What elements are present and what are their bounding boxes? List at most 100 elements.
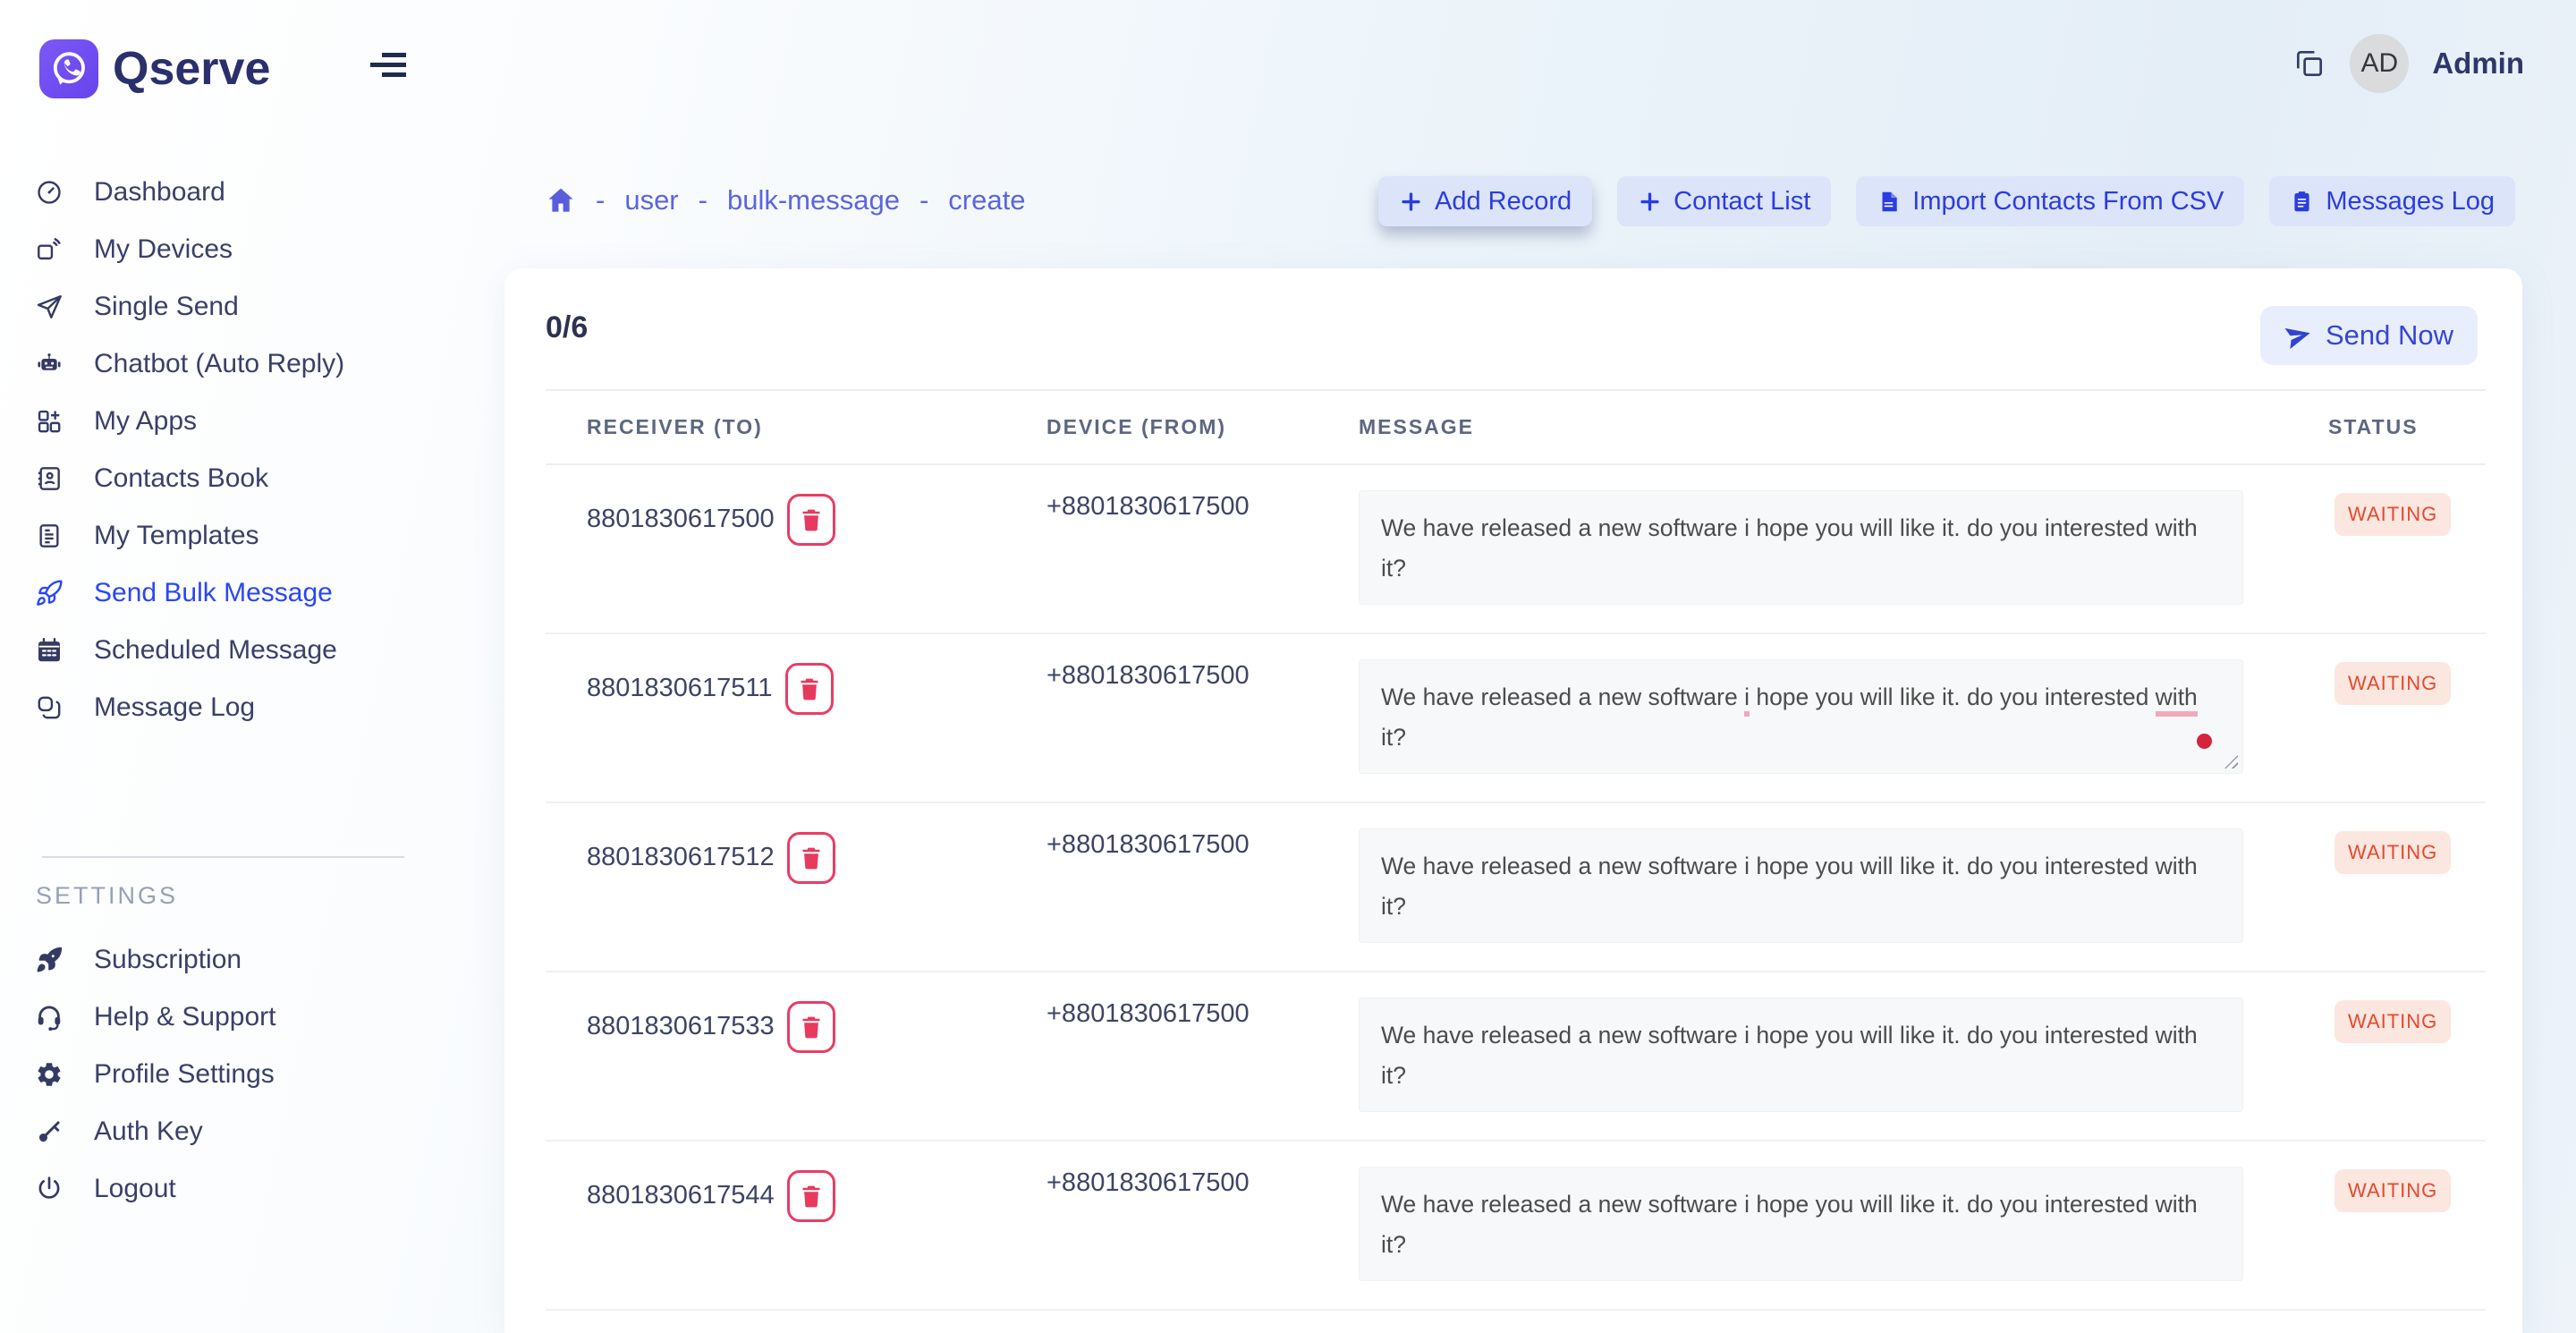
whatsapp-logo-icon [47, 47, 90, 90]
import-contacts-from-csv-button[interactable]: Import Contacts From CSV [1856, 176, 2244, 226]
receiver-number: 8801830617544 [587, 1174, 775, 1217]
add-record-button[interactable]: Add Record [1378, 176, 1592, 226]
sidebar-item-message-log[interactable]: Message Log [35, 679, 428, 736]
devices-icon [35, 235, 64, 264]
sidebar-item-auth-key[interactable]: Auth Key [35, 1103, 428, 1160]
sidebar-item-scheduled-message[interactable]: Scheduled Message [35, 622, 428, 679]
sidebar-item-help-support[interactable]: Help & Support [35, 989, 428, 1046]
breadcrumb: -user-bulk-message-create [546, 175, 1025, 225]
table-row: 8801830617533 +8801830617500We have relea… [546, 972, 2486, 1142]
sidebar-item-label: Auth Key [94, 1116, 203, 1147]
sidebar-item-label: Scheduled Message [94, 635, 337, 666]
sidebar-item-send-bulk-message[interactable]: Send Bulk Message [35, 565, 428, 622]
home-icon[interactable] [546, 185, 576, 216]
delete-record-button[interactable] [787, 494, 835, 546]
sidebar-item-label: Message Log [94, 692, 255, 723]
sidebar-item-subscription[interactable]: Subscription [35, 931, 428, 989]
status-badge: WAITING [2334, 662, 2451, 705]
message-textarea[interactable]: We have released a new software i hope y… [1359, 998, 2243, 1112]
textarea-resize-handle-icon[interactable] [2224, 755, 2238, 768]
sidebar-item-profile-settings[interactable]: Profile Settings [35, 1046, 428, 1103]
column-header-receiver-to: RECEIVER (TO) [546, 415, 1046, 439]
delete-record-button[interactable] [787, 1001, 835, 1053]
message-cell: We have released a new software i hope y… [1359, 803, 2328, 971]
receiver-number: 8801830617512 [587, 836, 775, 879]
receiver-cell: 8801830617500 [546, 465, 1046, 633]
breadcrumb-separator: - [919, 184, 928, 217]
delete-record-button[interactable] [787, 832, 835, 884]
delete-record-button[interactable] [785, 663, 834, 715]
paper-plane-icon [35, 293, 64, 321]
column-header-message: MESSAGE [1359, 415, 2328, 439]
message-textarea[interactable]: We have released a new software i hope y… [1359, 828, 2243, 943]
sidebar-item-contacts-book[interactable]: Contacts Book [35, 450, 428, 507]
rocket-icon [35, 579, 64, 607]
sidebar-toggle-menu-icon[interactable] [369, 52, 406, 81]
device-number: +8801830617500 [1046, 1142, 1359, 1309]
delete-record-button[interactable] [787, 1170, 835, 1222]
receiver-cell: 8801830617512 [546, 803, 1046, 971]
message-textarea[interactable]: We have released a new software i hope y… [1359, 659, 2243, 774]
status-badge: WAITING [2334, 493, 2451, 536]
send-now-button[interactable]: Send Now [2260, 306, 2478, 365]
spellcheck-underline: with [2156, 683, 2198, 717]
message-cell: We have released a new software i hope y… [1359, 1142, 2328, 1309]
status-cell: WAITING [2328, 465, 2486, 633]
sidebar-item-dashboard[interactable]: Dashboard [35, 164, 428, 221]
sidebar-item-my-devices[interactable]: My Devices [35, 221, 428, 278]
messages-log-button[interactable]: Messages Log [2269, 176, 2515, 226]
button-label: Messages Log [2326, 187, 2495, 217]
brand-logo [39, 39, 98, 98]
receiver-number: 8801830617511 [587, 666, 773, 709]
table-row: 8801830617544 +8801830617500We have relea… [546, 1142, 2486, 1311]
sidebar-divider [42, 856, 404, 858]
copy-icon[interactable] [2292, 47, 2326, 81]
sidebar-item-my-apps[interactable]: My Apps [35, 393, 428, 450]
trash-icon [796, 675, 823, 702]
sidebar-item-label: Dashboard [94, 177, 225, 208]
apps-plus-icon [35, 407, 64, 436]
column-header-device-from: DEVICE (FROM) [1046, 415, 1359, 439]
sidebar-item-label: Help & Support [94, 1002, 275, 1032]
status-badge: WAITING [2334, 1000, 2451, 1043]
clipboard-icon [2290, 190, 2314, 214]
header-user-area: AD Admin [2292, 34, 2524, 93]
sidebar-item-label: Logout [94, 1174, 176, 1204]
contact-list-button[interactable]: Contact List [1617, 176, 1831, 226]
receiver-cell: 8801830617544 [546, 1142, 1046, 1309]
sidebar-item-label: My Templates [94, 521, 259, 551]
trash-icon [798, 845, 825, 871]
table-row: 8801830617512 +8801830617500We have relea… [546, 803, 2486, 972]
sidebar-item-logout[interactable]: Logout [35, 1160, 428, 1218]
message-cell: We have released a new software i hope y… [1359, 972, 2328, 1140]
breadcrumb-item-user[interactable]: user [624, 184, 678, 217]
message-textarea[interactable]: We have released a new software i hope y… [1359, 490, 2243, 605]
panel-header: 0/6 Send Now [504, 268, 2522, 389]
device-number: +8801830617500 [1046, 972, 1359, 1140]
settings-section-label: SETTINGS [36, 882, 178, 910]
sidebar-settings-nav: Subscription Help & Support Profile Settin… [35, 931, 428, 1218]
sidebar-item-label: Single Send [94, 292, 239, 322]
sidebar-item-label: Profile Settings [94, 1059, 275, 1090]
status-badge: WAITING [2334, 831, 2451, 874]
csv-file-icon [1877, 190, 1901, 214]
device-number: +8801830617500 [1046, 803, 1359, 971]
spellcheck-underline: i [1744, 683, 1750, 717]
message-textarea[interactable]: We have released a new software i hope y… [1359, 1167, 2243, 1281]
send-now-label: Send Now [2326, 319, 2453, 352]
sidebar-item-single-send[interactable]: Single Send [35, 278, 428, 335]
app-title: Qserve [113, 42, 270, 96]
messages-table: RECEIVER (TO)DEVICE (FROM)MESSAGESTATUS … [546, 389, 2486, 1311]
receiver-number: 8801830617500 [587, 497, 775, 540]
breadcrumb-item-create[interactable]: create [948, 184, 1025, 217]
user-name[interactable]: Admin [2432, 47, 2524, 81]
avatar[interactable]: AD [2350, 34, 2409, 93]
sidebar-item-my-templates[interactable]: My Templates [35, 507, 428, 565]
progress-counter: 0/6 [546, 310, 588, 345]
sidebar-item-chatbot-auto-reply[interactable]: Chatbot (Auto Reply) [35, 335, 428, 393]
receiver-cell: 8801830617533 [546, 972, 1046, 1140]
breadcrumb-item-bulk-message[interactable]: bulk-message [727, 184, 900, 217]
receiver-number: 8801830617533 [587, 1005, 775, 1048]
sidebar-item-label: Contacts Book [94, 463, 268, 494]
button-label: Import Contacts From CSV [1912, 187, 2224, 217]
